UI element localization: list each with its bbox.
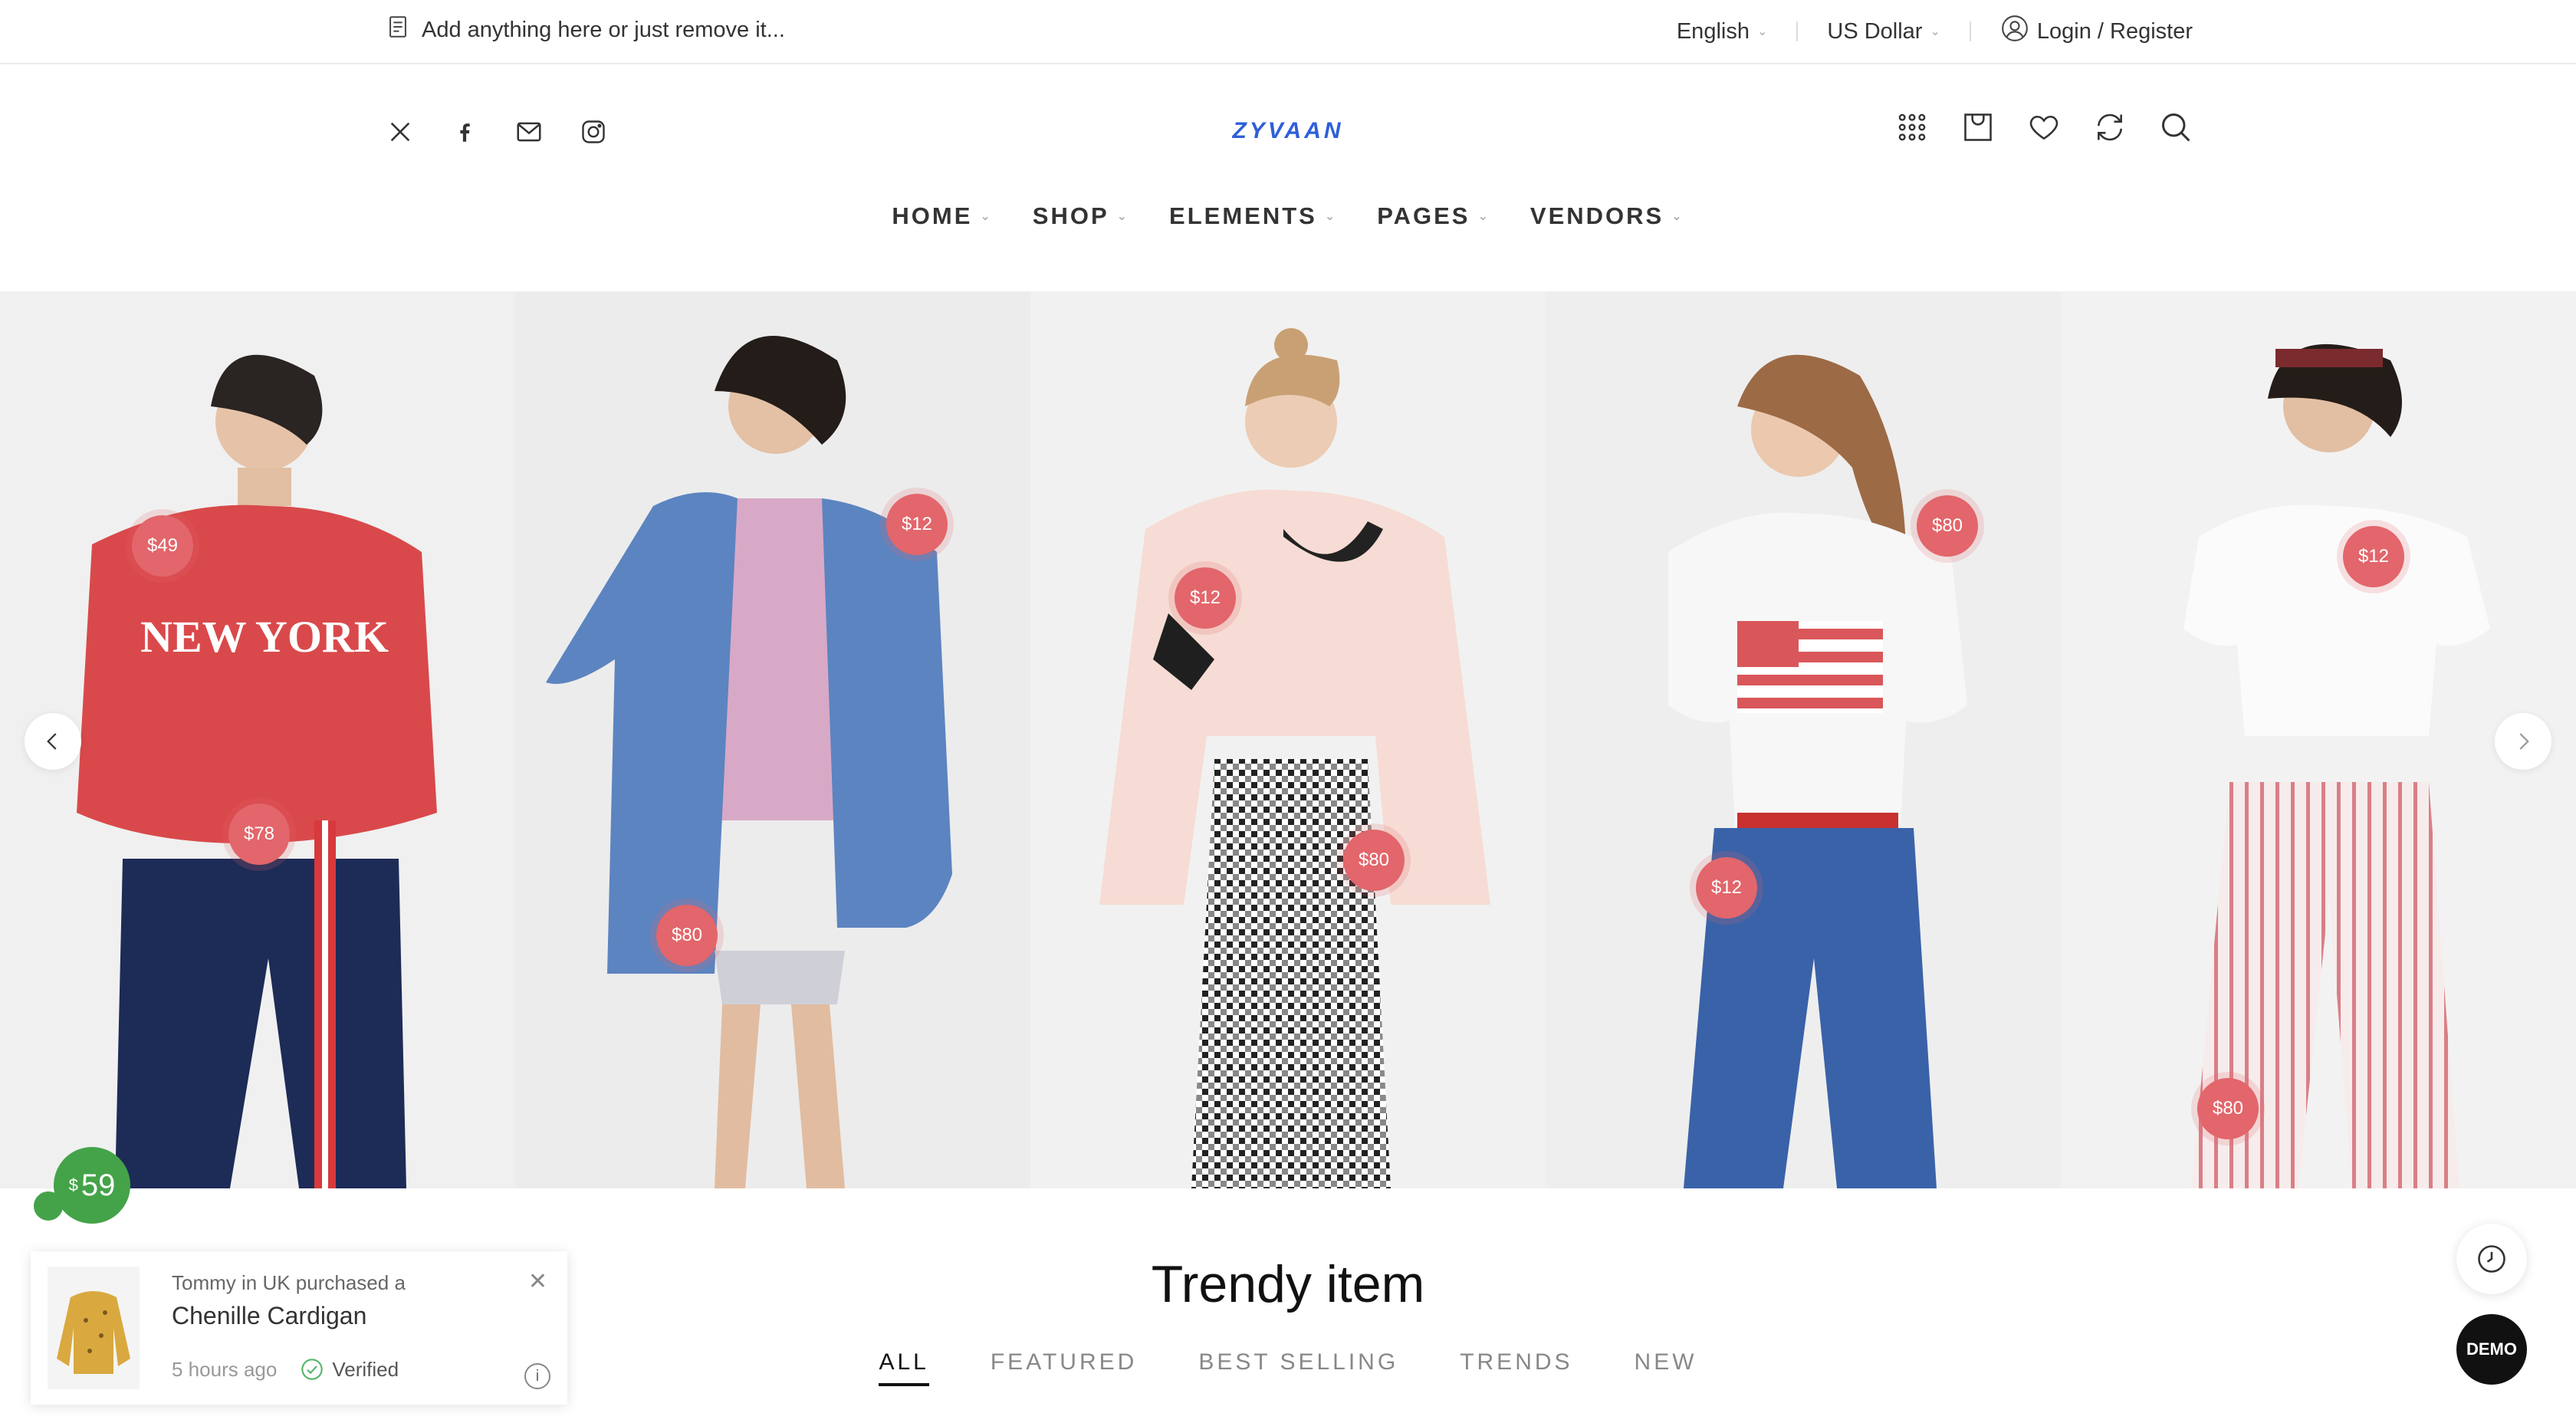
nav-vendors[interactable]: VENDORS ⌄ [1530,202,1684,230]
chevron-down-icon: ⌄ [1477,210,1490,223]
model-illustration [1668,354,1967,1188]
price-hotspot[interactable]: $12 [1175,567,1236,629]
chevron-down-icon: ⌄ [1930,25,1940,38]
divider [1796,21,1799,41]
search-icon[interactable] [2159,110,2193,144]
verified-badge: Verified [300,1357,399,1382]
close-icon[interactable]: ✕ [528,1268,547,1295]
lookbook-panel: $12 $80 [515,291,1030,1188]
login-register-link[interactable]: Login / Register [2000,14,2193,49]
promo-text: Add anything here or just remove it... [422,17,785,42]
tab-all[interactable]: ALL [879,1349,929,1386]
currency-label: US Dollar [1827,18,1923,44]
language-label: English [1676,18,1750,44]
model-illustration [546,336,952,1188]
cardigan-image [57,1291,130,1374]
lookbook-panel: $80 $12 [1546,291,2061,1188]
site-header: ZYVAAN HOME ⌄ SHOP ⌄ ELEMENTS ⌄ PAGES ⌄ VEND… [0,64,2576,291]
promo-message: Add anything here or just remove it... [385,14,785,46]
purchase-message: Tommy in UK purchased a [172,1271,406,1294]
price-hotspot[interactable]: $12 [2343,526,2404,587]
badge-currency: $ [68,1175,78,1195]
language-selector[interactable]: English ⌄ [1677,19,1768,44]
slider-next-button[interactable] [2495,713,2551,770]
flag-print [1737,621,1883,713]
chevron-down-icon: ⌄ [1324,210,1338,223]
badge-value: 59 [80,1168,116,1202]
chevron-down-icon: ⌄ [1671,210,1684,223]
demo-button[interactable]: DEMO [2456,1314,2527,1385]
price-hotspot[interactable]: $80 [2197,1078,2259,1139]
nav-label: SHOP [1032,202,1109,229]
nav-shop[interactable]: SHOP ⌄ [1033,202,1129,230]
chevron-down-icon: ⌄ [1116,210,1130,223]
user-icon [2000,14,2029,49]
lookbook-panel: $12 $80 [1030,291,1546,1188]
price-hotspot[interactable]: $80 [1343,830,1405,891]
heart-icon[interactable] [2027,110,2061,144]
purchase-time: 5 hours ago [172,1357,278,1381]
divider [1969,21,1971,41]
currency-selector[interactable]: US Dollar ⌄ [1827,19,1940,44]
price-hotspot[interactable]: $49 [132,515,193,577]
model-illustration [1099,328,1490,1188]
header-actions [1895,110,2193,144]
top-bar: Add anything here or just remove it... E… [0,0,2576,64]
recently-viewed-button[interactable] [2456,1224,2527,1294]
nav-label: PAGES [1377,202,1470,229]
verified-label: Verified [332,1357,399,1381]
main-navigation: HOME ⌄ SHOP ⌄ ELEMENTS ⌄ PAGES ⌄ VENDORS ⌄ [0,202,2576,230]
graphic-print: NEW YORK [140,612,389,662]
check-circle-icon [301,1359,324,1380]
price-hotspot[interactable]: $80 [1917,495,1978,557]
tab-new[interactable]: NEW [1635,1349,1697,1386]
info-icon[interactable]: i [524,1363,550,1389]
chevron-right-icon [2519,733,2529,750]
nav-home[interactable]: HOME ⌄ [892,202,992,230]
slider-prev-button[interactable] [25,713,81,770]
tab-best-selling[interactable]: BEST SELLING [1198,1349,1398,1386]
chevron-down-icon: ⌄ [980,210,993,223]
nav-label: HOME [892,202,973,229]
price-hotspot[interactable]: $78 [228,804,290,865]
nav-pages[interactable]: PAGES ⌄ [1377,202,1490,230]
product-name[interactable]: Chenille Cardigan [172,1302,366,1330]
nav-elements[interactable]: ELEMENTS ⌄ [1169,202,1337,230]
cart-icon[interactable] [1961,110,1995,144]
compare-icon[interactable] [2093,110,2127,144]
price-badge[interactable]: $ 59 [54,1147,130,1224]
tab-featured[interactable]: FEATURED [991,1349,1137,1386]
price-hotspot[interactable]: $12 [1696,857,1757,919]
login-register-label: Login / Register [2036,18,2193,44]
nav-label: ELEMENTS [1169,202,1317,229]
grid-icon[interactable] [1895,110,1929,144]
clock-history-icon [2478,1245,2505,1273]
chevron-left-icon [47,733,57,750]
purchase-notification: Tommy in UK purchased a Chenille Cardiga… [31,1251,567,1405]
tab-trends[interactable]: TRENDS [1460,1349,1572,1386]
price-hotspot[interactable]: $12 [886,494,948,555]
product-thumbnail[interactable] [48,1267,140,1389]
chevron-down-icon: ⌄ [1756,25,1768,38]
nav-label: VENDORS [1530,202,1664,229]
document-icon [385,14,411,46]
price-hotspot[interactable]: $80 [656,905,718,966]
lookbook-slider: NEW YORK $49 $78 $12 $80 $12 $80 $80 $12… [0,291,2576,1188]
